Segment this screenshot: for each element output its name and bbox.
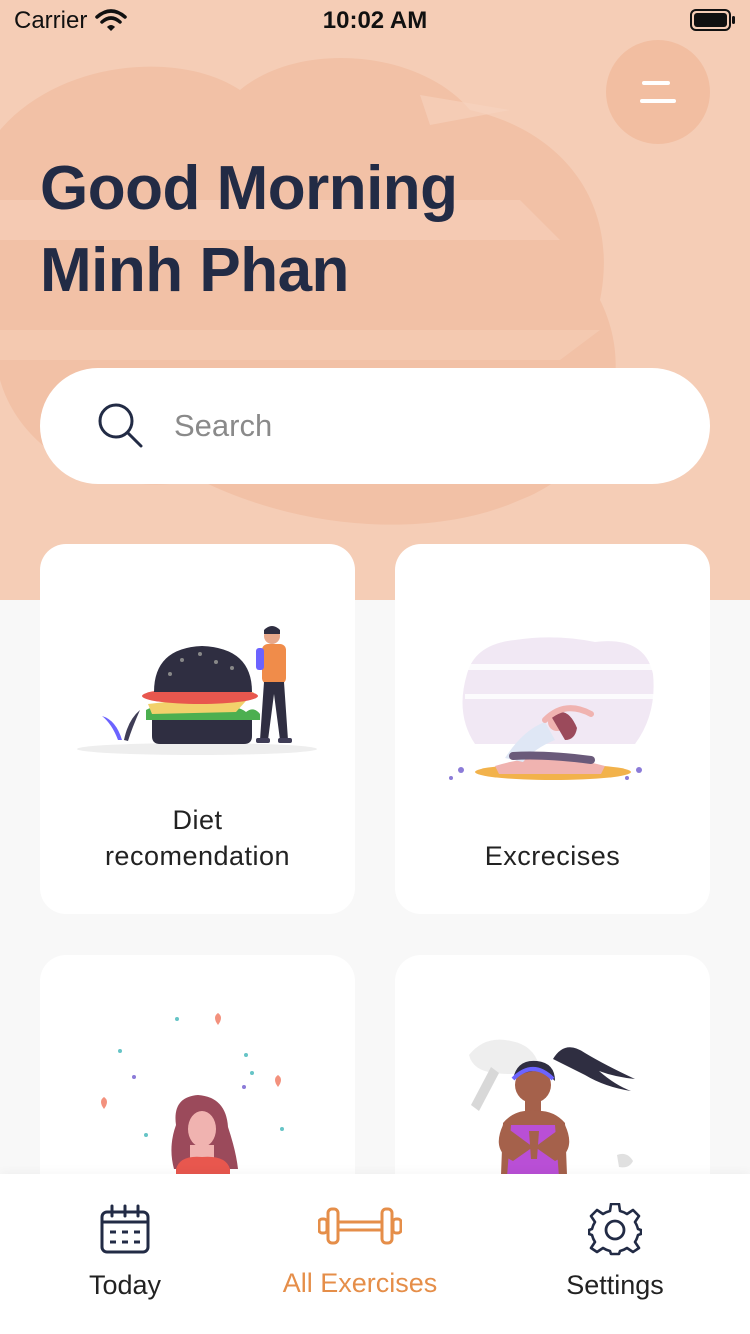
search-bar[interactable] xyxy=(40,368,710,484)
tab-today[interactable]: Today xyxy=(0,1174,250,1334)
tab-label: Today xyxy=(88,1270,162,1300)
gear-icon xyxy=(588,1203,642,1256)
category-label-line: Diet xyxy=(172,805,223,835)
search-input[interactable] xyxy=(174,408,634,444)
category-label-line: recomendation xyxy=(104,841,291,871)
dumbbell-icon xyxy=(318,1207,402,1245)
greeting-title: Good Morning Minh Phan xyxy=(40,148,680,312)
category-card-exercises[interactable]: Excrecises xyxy=(395,544,710,914)
tab-all-exercises[interactable]: All Exercises xyxy=(235,1174,485,1334)
menu-button[interactable] xyxy=(606,40,710,144)
tab-settings[interactable]: Settings xyxy=(490,1174,740,1334)
tab-label: All Exercises xyxy=(282,1268,438,1298)
menu-icon xyxy=(640,81,676,103)
user-name: Minh Phan xyxy=(40,236,349,305)
burger-person-illustration xyxy=(77,626,317,755)
bottom-tab-bar: Today All Exercises Settings xyxy=(0,1174,750,1334)
battery-icon xyxy=(690,9,735,31)
search-icon xyxy=(98,403,143,448)
tab-label: Settings xyxy=(566,1270,664,1300)
tab-icon-container xyxy=(490,1200,740,1260)
category-card-diet[interactable]: Diet recomendation xyxy=(40,544,355,914)
tab-icon-container xyxy=(0,1200,250,1260)
tab-icon-container xyxy=(235,1202,485,1250)
calendar-icon xyxy=(100,1204,150,1254)
category-label: Diet recomendation xyxy=(40,802,355,874)
category-label: Excrecises xyxy=(484,841,621,871)
yoga-stretch-illustration xyxy=(449,637,655,780)
status-time: 10:02 AM xyxy=(322,7,428,34)
greeting-line: Good Morning xyxy=(40,154,458,223)
status-bar: Carrier 10:02 AM xyxy=(0,0,750,40)
